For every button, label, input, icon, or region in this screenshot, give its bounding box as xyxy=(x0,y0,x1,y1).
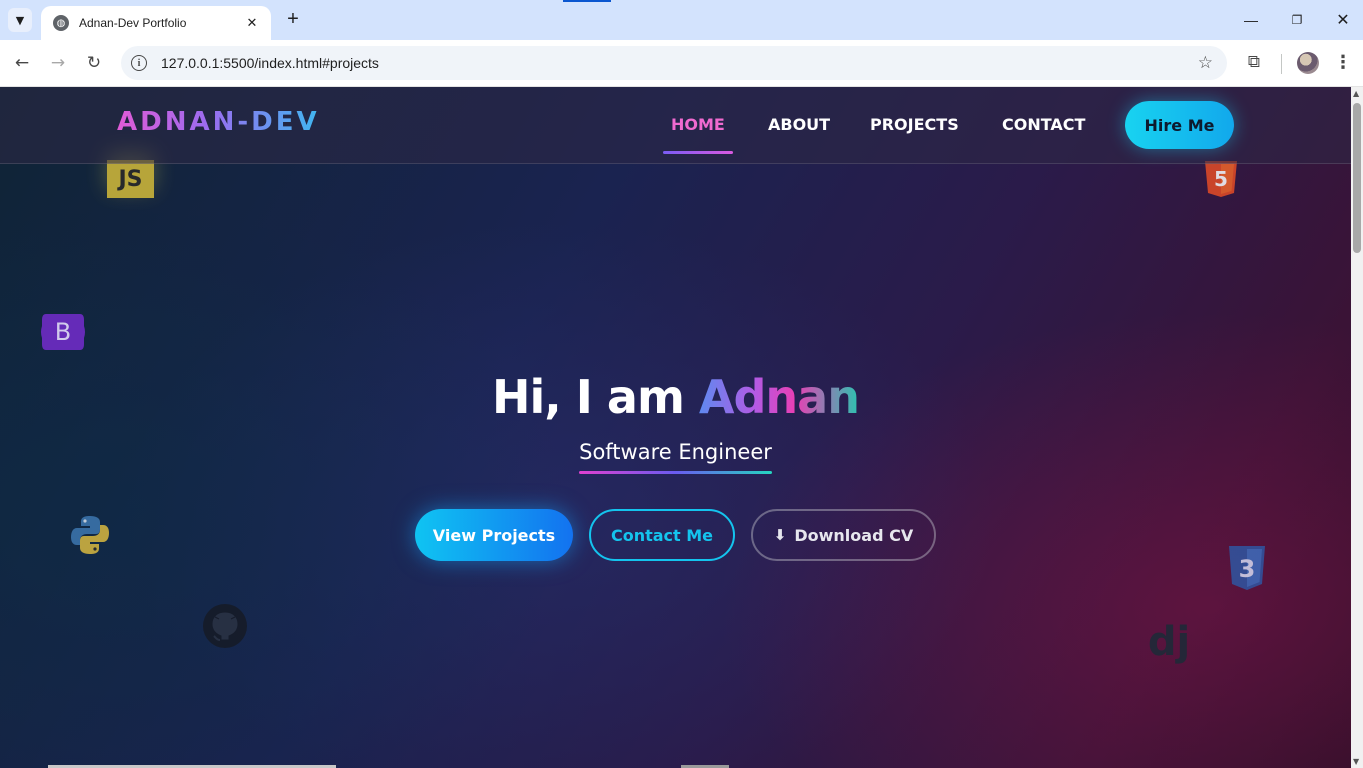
contact-me-button[interactable]: Contact Me xyxy=(589,509,735,561)
browser-tab[interactable]: ◍ Adnan-Dev Portfolio ✕ xyxy=(41,6,271,40)
nav-link-projects[interactable]: PROJECTS xyxy=(870,115,959,134)
url-text[interactable]: 127.0.0.1:5500/index.html#projects xyxy=(161,55,1198,71)
window-minimize-button[interactable]: — xyxy=(1236,7,1266,33)
tab-search-button[interactable]: ▼ xyxy=(8,8,32,32)
globe-icon: ◍ xyxy=(53,15,69,31)
toolbar-divider xyxy=(1281,54,1282,74)
nav-link-contact[interactable]: CONTACT xyxy=(1002,115,1085,134)
site-navbar: ADNAN-DEV HOME ABOUT PROJECTS CONTACT Hi… xyxy=(0,87,1351,164)
bookmark-star-icon[interactable]: ☆ xyxy=(1198,53,1213,73)
hire-me-button[interactable]: Hire Me xyxy=(1125,101,1234,149)
bootstrap-glyph: B xyxy=(55,318,71,346)
nav-active-underline xyxy=(663,151,733,154)
django-icon: dj xyxy=(1147,619,1191,665)
extensions-puzzle-icon[interactable]: ⧉ xyxy=(1243,52,1265,74)
view-projects-button[interactable]: View Projects xyxy=(415,509,573,561)
profile-avatar[interactable] xyxy=(1297,52,1319,74)
reload-icon[interactable]: ↻ xyxy=(81,50,107,76)
javascript-icon: JS xyxy=(107,160,154,198)
chevron-down-icon: ▼ xyxy=(15,13,25,27)
nav-link-about[interactable]: ABOUT xyxy=(768,115,830,134)
download-icon: ⬇ xyxy=(773,526,787,544)
nav-link-home[interactable]: HOME xyxy=(671,115,725,134)
address-bar[interactable]: i 127.0.0.1:5500/index.html#projects ☆ xyxy=(121,46,1227,80)
browser-tab-bar: ▼ ◍ Adnan-Dev Portfolio ✕ + — ❐ ✕ xyxy=(0,0,1363,40)
tab-loading-indicator xyxy=(563,0,611,2)
tab-title: Adnan-Dev Portfolio xyxy=(79,16,187,30)
hero-greeting: Hi, I am xyxy=(492,370,699,424)
site-logo[interactable]: ADNAN-DEV xyxy=(117,107,320,137)
kebab-menu-icon[interactable]: ⋮ xyxy=(1333,52,1353,74)
html5-icon: 5 xyxy=(1205,161,1237,197)
window-close-button[interactable]: ✕ xyxy=(1328,7,1358,33)
window-restore-button[interactable]: ❐ xyxy=(1282,7,1312,33)
vertical-scrollbar[interactable]: ▲ ▼ xyxy=(1351,87,1363,768)
github-icon xyxy=(203,604,247,648)
browser-toolbar: ← → ↻ i 127.0.0.1:5500/index.html#projec… xyxy=(0,40,1363,87)
download-cv-label: Download CV xyxy=(794,525,914,545)
page-viewport: JS 5 B 3 dj ADNAN-DEV HOME ABOUT PROJECT… xyxy=(0,87,1351,768)
scrollbar-thumb[interactable] xyxy=(1353,103,1361,253)
scroll-down-arrow-icon[interactable]: ▼ xyxy=(1353,757,1359,766)
new-tab-button[interactable]: + xyxy=(282,9,304,31)
tab-close-button[interactable]: ✕ xyxy=(243,16,261,31)
python-icon xyxy=(71,516,109,554)
html5-glyph: 5 xyxy=(1214,167,1228,191)
scroll-up-arrow-icon[interactable]: ▲ xyxy=(1353,89,1359,98)
bootstrap-icon: B xyxy=(41,314,85,350)
css3-icon: 3 xyxy=(1229,546,1265,590)
download-cv-button[interactable]: ⬇ Download CV xyxy=(751,509,936,561)
forward-arrow-icon[interactable]: → xyxy=(45,50,71,76)
hero-heading: Hi, I am Adnan xyxy=(0,370,1351,424)
css3-glyph: 3 xyxy=(1239,555,1256,583)
site-info-icon[interactable]: i xyxy=(131,55,147,71)
hero-name: Adnan xyxy=(698,370,860,424)
hero-subtitle: Software Engineer xyxy=(579,440,772,464)
back-arrow-icon[interactable]: ← xyxy=(9,50,35,76)
subtitle-underline xyxy=(579,471,772,474)
